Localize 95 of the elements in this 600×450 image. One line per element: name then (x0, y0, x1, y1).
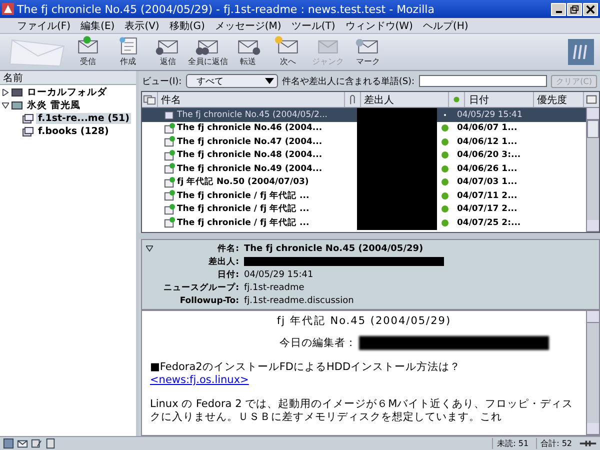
message-icon (164, 109, 175, 120)
header-label: 件名: (216, 242, 239, 254)
message-icon (164, 204, 175, 215)
unread-dot-icon[interactable] (440, 204, 450, 214)
close-button[interactable] (583, 2, 598, 16)
minimize-button[interactable] (551, 2, 566, 16)
restore-icon (570, 4, 579, 14)
folder-item[interactable]: 氷炎 雷光風 (25, 99, 82, 112)
toolbar-button[interactable]: マーク (348, 35, 388, 69)
menu-item[interactable]: ツール(T) (286, 18, 340, 32)
message-title: fj 年代記 No.45 (2004/05/29) (276, 315, 452, 328)
toolbar-button[interactable]: 次へ (268, 35, 308, 69)
header-value: The fj chronicle No.45 (2004/05/29) (244, 244, 424, 254)
toolbar-button[interactable]: 転送 (228, 35, 268, 69)
message-row[interactable]: The fj chronicle / fj 年代記 ... 04/07/25 2:... (142, 216, 586, 230)
view-dropdown[interactable]: すべて (186, 74, 278, 88)
thread-column-icon[interactable] (142, 92, 158, 107)
message-row[interactable]: The fj chronicle No.45 (2004/05/2... 04/05/29 15:41 (142, 108, 586, 122)
header-label: 差出人: (207, 256, 239, 268)
column-header[interactable]: 名前 (0, 71, 136, 85)
folder-item[interactable]: f.books (128) (36, 126, 111, 137)
newsgroup-link[interactable]: <news:fj.os.linux> (150, 374, 249, 386)
scrollbar[interactable] (586, 311, 599, 435)
newsgroup-icon (22, 114, 34, 124)
message-row[interactable]: The fj chronicle No.47 (2004... 04/06/12 1... (142, 135, 586, 148)
menu-item[interactable]: 編集(E) (76, 18, 120, 32)
folder-item[interactable]: ローカルフォルダ (25, 86, 109, 99)
scrollbar[interactable] (586, 108, 599, 232)
toolbar-button[interactable]: 全員に返信 (188, 35, 228, 69)
menu-item[interactable]: ウィンドウ(W) (340, 18, 418, 32)
dropdown-arrow-icon (264, 78, 274, 84)
column-header[interactable]: 日付 (465, 92, 534, 107)
app-icon (2, 3, 14, 15)
unread-count: 未読: 51 (492, 438, 533, 449)
header-label: Followup-To: (178, 296, 239, 306)
message-icon (164, 190, 175, 202)
restore-button[interactable] (567, 2, 582, 16)
header-value: fj.1st-readme.discussion (244, 296, 354, 306)
minimize-icon (556, 10, 562, 12)
column-header[interactable]: 件名 (158, 92, 345, 107)
computer-icon (11, 88, 23, 98)
message-icon (164, 163, 175, 174)
search-label: 件名や差出人に含まれる単語(S): (282, 76, 415, 88)
close-icon (586, 4, 595, 14)
menu-item[interactable]: メッセージ(M) (210, 18, 286, 32)
header-value: 04/05/29 15:41 (244, 270, 314, 280)
unread-dot-icon[interactable] (440, 136, 450, 147)
message-icon (164, 136, 175, 148)
unread-dot-icon[interactable] (440, 164, 450, 174)
message-icon (164, 176, 175, 188)
browser-icon[interactable] (3, 438, 14, 449)
editor-label: 今日の編集者： (280, 336, 356, 350)
window-title: The fj chronicle No.45 (2004/05/29) - fj.1st-readme : news.test.test - Mozilla (17, 2, 436, 16)
collapsed-triangle-icon[interactable] (2, 89, 9, 96)
message-paragraph: Linux の Fedora 2 では、起動用のイメージが６Mバイト近くあり、フロッピ・ディスクに入りません。ＵＳＢに差すメモリディスクを想定しています。これ (150, 398, 574, 424)
folder-item[interactable]: f.1st-re...me (51) (36, 113, 132, 124)
unread-dot-icon[interactable] (440, 150, 450, 160)
online-status-icon (579, 439, 597, 448)
address-book-icon[interactable] (45, 438, 56, 449)
toolbar-button[interactable]: 受信 (68, 35, 108, 69)
throbber-logo (568, 39, 594, 65)
composer-icon[interactable] (31, 438, 42, 449)
view-label: ビュー(I): (142, 76, 182, 88)
unread-dot-icon[interactable] (440, 177, 450, 188)
menu-item[interactable]: 移動(G) (164, 18, 210, 32)
unread-dot-icon[interactable] (440, 190, 450, 201)
header-label: ニュースグループ: (162, 282, 239, 294)
menu-item[interactable]: ファイル(F) (12, 18, 76, 32)
message-row[interactable]: The fj chronicle No.48 (2004... 04/06/20 3:... (142, 148, 586, 162)
message-row[interactable]: The fj chronicle No.49 (2004... 04/06/26 1... (142, 162, 586, 176)
toolbar-button[interactable]: 作成 (108, 35, 148, 69)
column-header[interactable]: 優先度 (534, 92, 584, 107)
expanded-triangle-icon[interactable] (2, 102, 9, 109)
server-icon (11, 100, 23, 110)
header-label: 日付: (216, 268, 239, 280)
message-row[interactable]: fj 年代記 No.50 (2004/07/03) 04/07/03 1... (142, 176, 586, 189)
unread-dot-icon[interactable] (440, 218, 450, 228)
message-row[interactable]: The fj chronicle / fj 年代記 ... 04/07/17 2... (142, 202, 586, 216)
toolbar-button[interactable]: 返信 (148, 35, 188, 69)
unread-dot-icon[interactable] (440, 123, 450, 134)
collapse-triangle-icon[interactable] (146, 245, 153, 252)
menu-item[interactable]: ヘルプ(H) (418, 18, 474, 32)
envelope-icon[interactable] (17, 438, 28, 449)
menu-item[interactable]: 表示(V) (120, 18, 164, 32)
newsgroup-icon (22, 126, 34, 136)
message-icon (164, 217, 175, 228)
message-row[interactable]: The fj chronicle / fj 年代記 ... 04/07/11 2... (142, 189, 586, 202)
total-count: 合計: 52 (536, 438, 576, 449)
message-icon (164, 150, 175, 161)
message-row[interactable]: The fj chronicle No.46 (2004... 04/06/07 1... (142, 122, 586, 135)
header-value: fj.1st-readme (244, 282, 304, 292)
section-heading: ■Fedora2のインストールFDによるHDDインストール方法は？ (150, 361, 462, 374)
message-icon (164, 122, 175, 134)
column-header[interactable]: 差出人 (361, 92, 449, 107)
search-field[interactable] (418, 75, 548, 87)
